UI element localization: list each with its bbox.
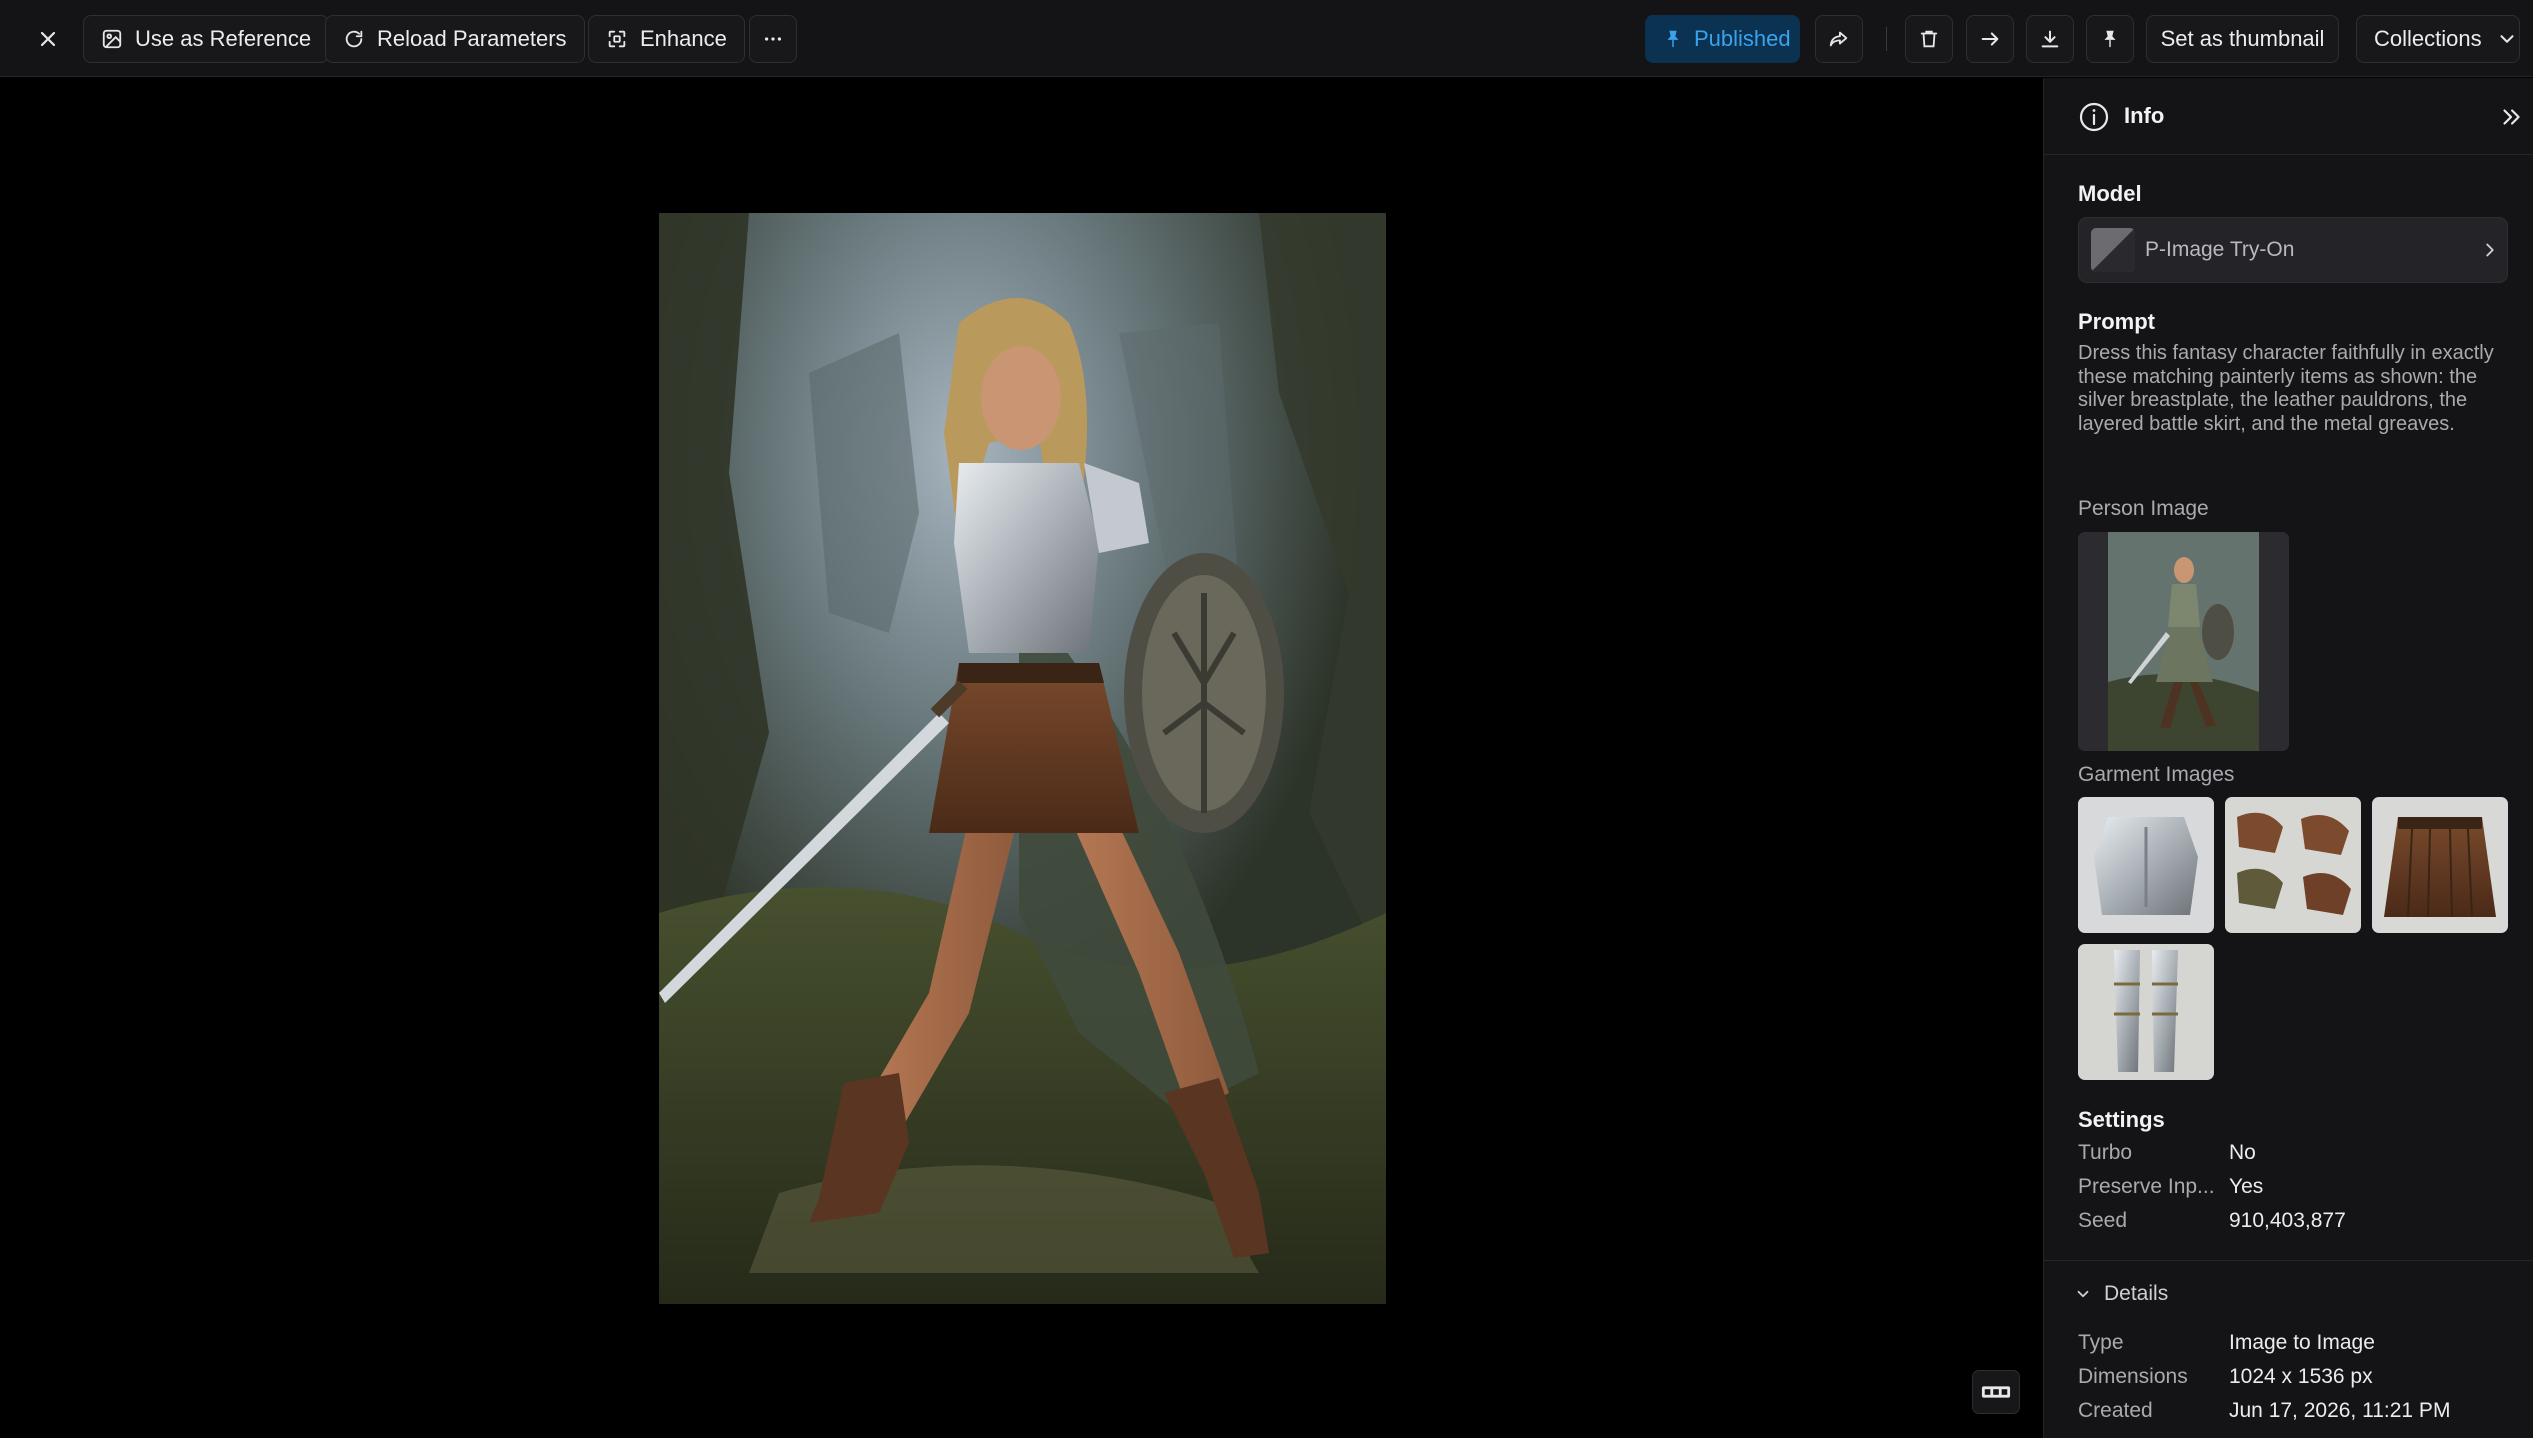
garment-thumbnail-battle-skirt[interactable]: [2372, 797, 2508, 933]
enhance-label: Enhance: [640, 26, 727, 51]
setting-value-preserve-input: Yes: [2229, 1175, 2264, 1198]
model-thumbnail: [2091, 228, 2135, 272]
pin-icon: [2104, 30, 2116, 48]
image-icon: [102, 29, 122, 49]
pauldrons-preview: [2225, 797, 2361, 933]
delete-button[interactable]: [1905, 15, 1953, 63]
detail-value-dimensions: 1024 x 1536 px: [2229, 1365, 2373, 1388]
more-horizontal-icon: [764, 37, 782, 41]
detail-value-type: Image to Image: [2229, 1331, 2375, 1354]
reload-parameters-button[interactable]: Reload Parameters: [325, 15, 585, 63]
top-toolbar: Use as Reference Reload Parameters Enhan…: [0, 0, 2533, 77]
breastplate-preview: [2078, 797, 2214, 933]
greaves-preview: [2078, 944, 2214, 1080]
close-icon: [40, 31, 56, 47]
info-icon: [2079, 102, 2109, 132]
use-as-reference-label: Use as Reference: [135, 26, 312, 51]
model-heading: Model: [2078, 181, 2142, 206]
toolbar-divider: [1886, 27, 1887, 51]
share-button[interactable]: [1815, 15, 1863, 63]
garment-thumbnail-greaves[interactable]: [2078, 944, 2214, 1080]
set-as-thumbnail-button[interactable]: Set as thumbnail: [2146, 15, 2339, 63]
detail-key-type: Type: [2078, 1331, 2124, 1354]
pin-icon: [1667, 30, 1679, 48]
detail-value-created: Jun 17, 2026, 11:21 PM: [2229, 1399, 2451, 1422]
details-divider: [2044, 1260, 2533, 1261]
prompt-heading: Prompt: [2078, 309, 2155, 334]
next-button[interactable]: [1966, 15, 2014, 63]
filmstrip-icon: [1981, 1386, 2011, 1398]
reload-icon: [345, 30, 363, 48]
chevron-down-icon: [2077, 1290, 2089, 1298]
published-label: Published: [1694, 26, 1791, 51]
generated-image[interactable]: [659, 213, 1386, 1304]
setting-value-turbo: No: [2229, 1141, 2256, 1164]
person-image-preview: [2078, 532, 2289, 751]
published-button[interactable]: Published: [1645, 15, 1800, 63]
elf-warrior-illustration: [659, 213, 1386, 1304]
trash-icon: [1920, 30, 1938, 48]
person-image-label: Person Image: [2078, 497, 2209, 520]
detail-key-dimensions: Dimensions: [2078, 1365, 2188, 1388]
chevron-down-icon: [2500, 35, 2514, 43]
settings-heading: Settings: [2078, 1107, 2165, 1132]
collections-dropdown[interactable]: Collections: [2356, 15, 2520, 63]
setting-key-preserve-input: Preserve Inp...: [2078, 1175, 2215, 1198]
garment-thumbnail-pauldrons[interactable]: [2225, 797, 2361, 933]
garment-thumbnail-breastplate[interactable]: [2078, 797, 2214, 933]
info-panel: Info Model P-Image Try-On Prompt Dress t…: [2043, 78, 2533, 1438]
enhance-button[interactable]: Enhance: [588, 15, 745, 63]
person-image-thumbnail[interactable]: [2078, 532, 2289, 751]
setting-key-seed: Seed: [2078, 1209, 2128, 1232]
image-viewer: [0, 78, 2043, 1438]
garment-images-label: Garment Images: [2078, 763, 2235, 786]
model-name: P-Image Try-On: [2145, 238, 2295, 261]
info-title: Info: [2124, 103, 2165, 128]
reload-parameters-label: Reload Parameters: [377, 26, 567, 51]
detail-key-created: Created: [2078, 1399, 2153, 1422]
filmstrip-toggle-button[interactable]: [1972, 1370, 2020, 1414]
share-icon: [1829, 31, 1848, 47]
setting-value-seed: 910,403,877: [2229, 1209, 2346, 1232]
model-selector[interactable]: P-Image Try-On: [2078, 217, 2508, 283]
download-icon: [2041, 30, 2059, 48]
info-panel-header: Info: [2044, 78, 2533, 155]
collapse-panel-icon[interactable]: [2498, 104, 2524, 130]
setting-key-turbo: Turbo: [2078, 1141, 2133, 1164]
more-options-button[interactable]: [749, 15, 797, 63]
chevron-right-icon: [2486, 243, 2494, 257]
set-as-thumbnail-label: Set as thumbnail: [2160, 26, 2325, 51]
enhance-icon: [608, 30, 626, 48]
arrow-right-icon: [1981, 32, 1999, 46]
pin-button[interactable]: [2086, 15, 2134, 63]
download-button[interactable]: [2026, 15, 2074, 63]
battle-skirt-preview: [2372, 797, 2508, 933]
details-heading: Details: [2104, 1282, 2169, 1305]
close-button[interactable]: [24, 15, 72, 63]
use-as-reference-button[interactable]: Use as Reference: [83, 15, 330, 63]
collections-label: Collections: [2374, 26, 2482, 51]
prompt-text: Dress this fantasy character faithfully …: [2078, 342, 2494, 435]
details-toggle[interactable]: Details: [2074, 1282, 2168, 1306]
